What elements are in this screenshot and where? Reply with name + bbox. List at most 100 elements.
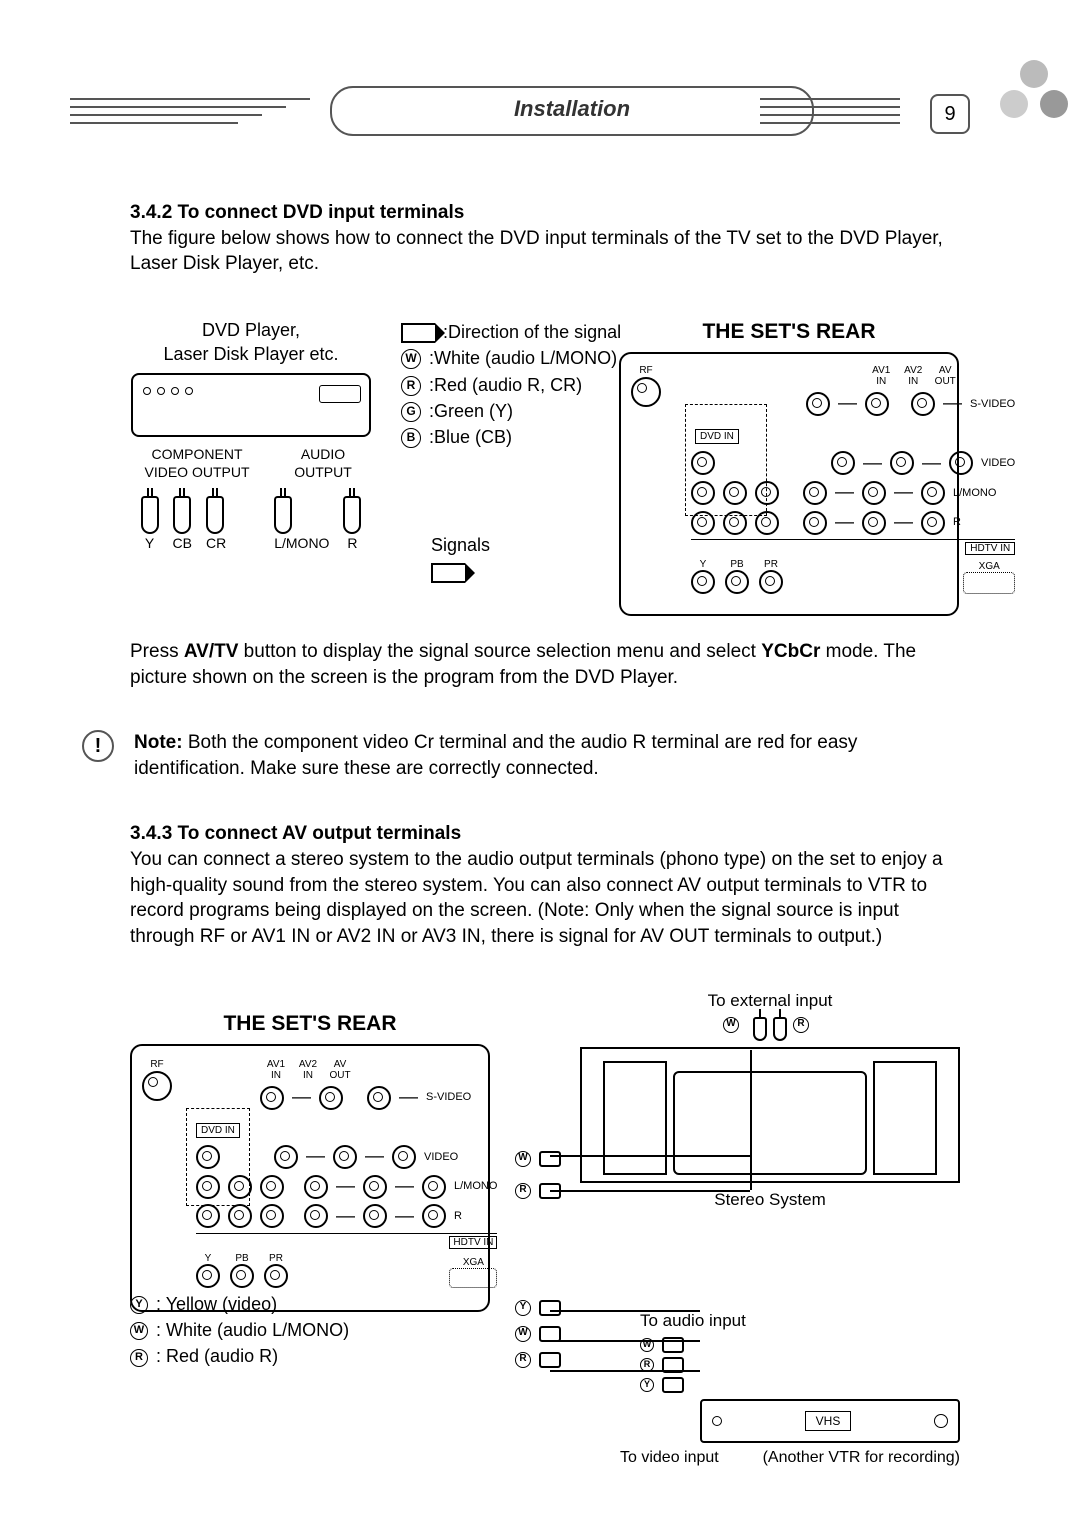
xga-port-icon	[963, 572, 1015, 594]
av1-label: AV1 IN	[264, 1060, 288, 1081]
section-body: The figure below shows how to connect th…	[130, 226, 960, 277]
arrow-icon	[401, 323, 435, 343]
plug-row: Y CB CR L/MONO R	[131, 496, 371, 553]
vtr-icon: VHS	[700, 1399, 960, 1443]
signals-label: Signals	[431, 533, 490, 584]
legend-white: W:White (audio L/MONO)	[401, 346, 651, 370]
jack-icon	[862, 511, 886, 535]
jack-icon	[196, 1175, 220, 1199]
jack-icon	[196, 1204, 220, 1228]
legend-blue: B:Blue (CB)	[401, 425, 651, 449]
plug-cb-label: CB	[173, 534, 192, 553]
plug-r-label: R	[343, 534, 361, 553]
vtr-caption: (Another VTR for recording)	[763, 1447, 960, 1469]
cable-line	[550, 1310, 700, 1312]
rear-panel-title: THE SET'S REAR	[619, 318, 959, 346]
jack-icon	[260, 1175, 284, 1199]
jack-icon	[949, 451, 973, 475]
jack-icon	[304, 1175, 328, 1199]
jack-icon	[230, 1264, 254, 1288]
cable-line	[550, 1370, 700, 1372]
jack-icon	[890, 451, 914, 475]
svideo-jack-icon	[806, 392, 830, 416]
jack-icon	[304, 1204, 328, 1228]
jack-icon	[260, 1204, 284, 1228]
rf-jack-icon	[631, 377, 661, 407]
plug-y-label: Y	[141, 534, 159, 553]
svideo-label: S-VIDEO	[426, 1090, 471, 1105]
jack-icon	[803, 481, 827, 505]
pb-jack-label: PB	[230, 1254, 254, 1265]
stereo-system-label: Stereo System	[580, 1189, 960, 1212]
signal-direction-legend: :Direction of the signal	[401, 320, 651, 344]
arrow-icon	[431, 563, 465, 583]
hdtvin-label: HDTV IN	[449, 1236, 497, 1249]
figure-av-output: THE SET'S REAR RF AV1 IN AV2 IN	[130, 990, 960, 1440]
jack-icon	[831, 451, 855, 475]
cable-plugs-vtr: Y W R	[515, 1290, 561, 1378]
jack-icon	[755, 511, 779, 535]
cable-line	[550, 1340, 700, 1342]
vhs-label: VHS	[805, 1411, 852, 1431]
rf-jack-icon	[142, 1071, 172, 1101]
section-heading: 3.4.3 To connect AV output terminals	[130, 821, 960, 847]
y-jack-label: Y	[196, 1254, 220, 1265]
jack-icon	[725, 570, 749, 594]
plug-cr-label: CR	[206, 534, 226, 553]
header-stripes-right	[760, 92, 900, 130]
jack-icon	[862, 481, 886, 505]
cable-line	[750, 1050, 752, 1190]
xga-label: XGA	[449, 1258, 497, 1269]
audio-output-label: AUDIO OUTPUT	[275, 445, 371, 483]
svideo-jack-icon	[260, 1086, 284, 1110]
jack-icon	[422, 1175, 446, 1199]
svideo-jack-icon	[911, 392, 935, 416]
pr-jack-label: PR	[759, 560, 783, 571]
figure-dvd-connection: DVD Player, Laser Disk Player etc. COMPO…	[130, 317, 960, 609]
rf-label: RF	[142, 1060, 172, 1071]
section-av-output: 3.4.3 To connect AV output terminals You…	[130, 821, 960, 949]
section-body: You can connect a stereo system to the a…	[130, 847, 960, 950]
plug-lmono-label: L/MONO	[274, 534, 329, 553]
svideo-label: S-VIDEO	[970, 397, 1015, 412]
component-video-label: COMPONENT VIDEO OUTPUT	[131, 445, 263, 483]
jack-icon	[422, 1204, 446, 1228]
jack-icon	[921, 511, 945, 535]
jack-icon	[723, 481, 747, 505]
av2-label: AV2 IN	[296, 1060, 320, 1081]
color-legend: Y: Yellow (video) W: White (audio L/MONO…	[130, 1290, 349, 1371]
jack-icon	[333, 1145, 357, 1169]
legend-green: G:Green (Y)	[401, 399, 651, 423]
av-tv-instruction: Press AV/TV button to display the signal…	[130, 639, 960, 690]
jack-icon	[803, 511, 827, 535]
jack-icon	[759, 570, 783, 594]
pb-jack-label: PB	[725, 560, 749, 571]
vtr-plugs: W R Y	[640, 1337, 960, 1393]
rear-panel-title: THE SET'S REAR	[130, 1010, 490, 1038]
jack-icon	[691, 511, 715, 535]
jack-icon	[723, 511, 747, 535]
rear-panel-diagram: RF AV1 IN AV2 IN AV OUT —	[619, 352, 959, 616]
legend-red: R:Red (audio R, CR)	[401, 373, 651, 397]
jack-icon	[363, 1175, 387, 1199]
svideo-jack-icon	[319, 1086, 343, 1110]
jack-icon	[274, 1145, 298, 1169]
cable-plugs-stereo: W R	[515, 1135, 561, 1215]
cable-line	[550, 1190, 750, 1192]
av2-label: AV2 IN	[901, 366, 925, 387]
avout-label: AV OUT	[933, 366, 957, 387]
y-jack-label: Y	[691, 560, 715, 571]
rf-label: RF	[631, 366, 661, 377]
jack-icon	[392, 1145, 416, 1169]
rear-panel-diagram: RF AV1 IN AV2 IN AV OUT —— S-VIDEO D	[130, 1044, 490, 1312]
svideo-jack-icon	[367, 1086, 391, 1110]
hdtvin-label: HDTV IN	[965, 542, 1015, 555]
section-heading: 3.4.2 To connect DVD input terminals	[130, 200, 960, 226]
jack-icon	[228, 1175, 252, 1199]
to-video-label: To video input	[620, 1447, 719, 1469]
jack-icon	[363, 1204, 387, 1228]
r-label: R	[953, 515, 961, 530]
header-stripes-left	[70, 92, 310, 130]
video-label: VIDEO	[424, 1150, 458, 1165]
to-audio-label: To audio input	[640, 1310, 960, 1333]
